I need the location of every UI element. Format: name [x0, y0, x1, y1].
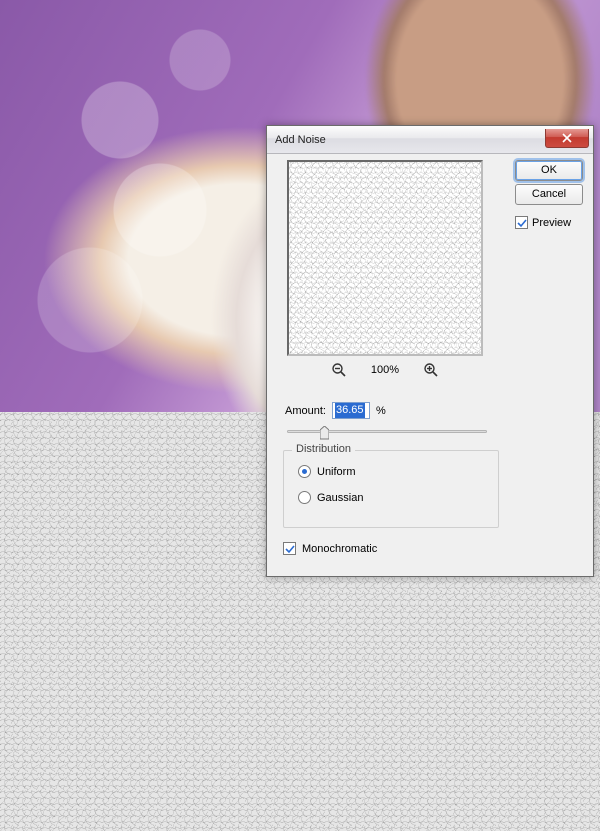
close-icon	[562, 133, 572, 143]
monochromatic-label: Monochromatic	[302, 543, 377, 555]
add-noise-dialog: Add Noise OK Cancel Preview	[266, 125, 594, 577]
amount-input[interactable]: 36.65	[332, 402, 370, 419]
close-button[interactable]	[545, 129, 589, 148]
slider-track	[287, 430, 487, 433]
distribution-label: Distribution	[292, 443, 355, 455]
check-icon	[517, 218, 527, 228]
ok-button[interactable]: OK	[515, 160, 583, 181]
uniform-label: Uniform	[317, 466, 356, 478]
dialog-content: OK Cancel Preview 100%	[267, 154, 593, 576]
slider-thumb[interactable]	[320, 426, 329, 440]
slider-thumb-icon	[320, 426, 329, 440]
preview-label: Preview	[532, 217, 571, 229]
monochromatic-checkbox[interactable]	[283, 542, 296, 555]
preview-checkbox[interactable]	[515, 216, 528, 229]
gaussian-radio[interactable]	[298, 491, 311, 504]
ok-label: OK	[541, 164, 557, 176]
amount-value: 36.65	[335, 403, 365, 418]
distribution-group: Distribution Uniform Gaussian	[283, 450, 499, 528]
amount-row: Amount: 36.65 %	[285, 402, 386, 419]
zoom-controls: 100%	[297, 362, 473, 378]
zoom-level-label: 100%	[365, 364, 405, 376]
uniform-radio-row: Uniform	[298, 465, 356, 478]
gaussian-radio-row: Gaussian	[298, 491, 363, 504]
cancel-label: Cancel	[532, 188, 566, 200]
zoom-out-button[interactable]	[331, 362, 347, 378]
preview-checkbox-row: Preview	[515, 216, 583, 229]
amount-slider[interactable]	[287, 424, 487, 440]
uniform-radio[interactable]	[298, 465, 311, 478]
amount-unit: %	[376, 405, 386, 417]
dialog-side-controls: OK Cancel Preview	[515, 160, 583, 229]
amount-label: Amount:	[285, 405, 326, 417]
cancel-button[interactable]: Cancel	[515, 184, 583, 205]
noise-preview-thumbnail[interactable]	[287, 160, 483, 356]
dialog-titlebar[interactable]: Add Noise	[267, 126, 593, 154]
zoom-out-icon	[331, 362, 347, 378]
zoom-in-icon	[423, 362, 439, 378]
zoom-in-button[interactable]	[423, 362, 439, 378]
gaussian-label: Gaussian	[317, 492, 363, 504]
check-icon	[285, 544, 295, 554]
monochromatic-row: Monochromatic	[283, 542, 377, 555]
dialog-title: Add Noise	[275, 134, 326, 146]
